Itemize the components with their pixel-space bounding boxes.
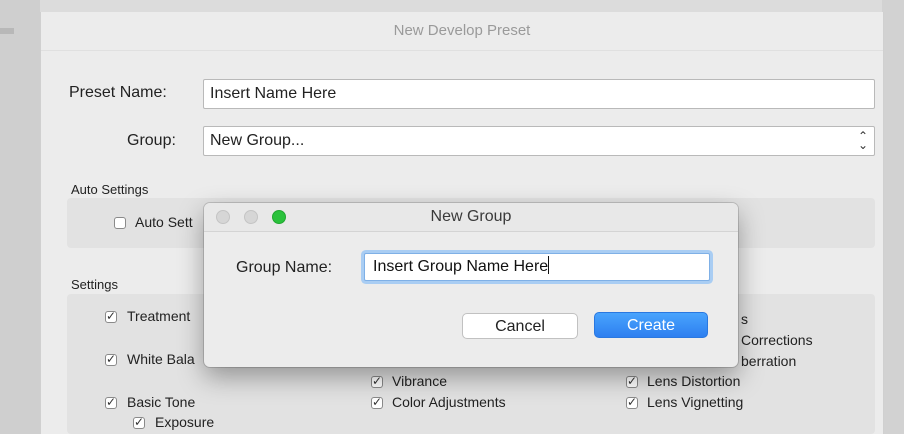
vibrance-label: Vibrance — [392, 373, 448, 389]
background-window-right — [882, 0, 904, 434]
basic-tone-checkbox[interactable] — [105, 395, 117, 409]
exposure-checkbox[interactable] — [133, 415, 145, 429]
new-group-dialog: New Group Group Name: Insert Group Name … — [204, 203, 738, 367]
group-select-value: New Group... — [210, 132, 305, 149]
lens-distortion-checkbox[interactable] — [626, 374, 638, 388]
treatment-label: Treatment — [127, 308, 191, 324]
group-name-label: Group Name: — [236, 259, 333, 276]
partial-label-1: s — [741, 311, 748, 327]
vibrance-checkbox[interactable] — [371, 374, 383, 388]
color-adjustments-checkbox[interactable] — [371, 395, 383, 409]
partial-label-3: berration — [741, 353, 797, 369]
treatment-checkbox[interactable] — [105, 309, 117, 323]
preset-name-input[interactable]: Insert Name Here — [203, 79, 875, 109]
auto-settings-checkbox[interactable] — [114, 217, 126, 229]
group-label: Group: — [127, 132, 176, 149]
basic-tone-label: Basic Tone — [127, 394, 196, 410]
preset-name-label: Preset Name: — [69, 84, 167, 101]
color-adjustments-label: Color Adjustments — [392, 394, 506, 410]
group-select[interactable]: New Group... ⌃ ⌄ — [203, 126, 875, 156]
select-arrows-icon: ⌃ ⌄ — [857, 129, 868, 152]
lens-vignetting-label: Lens Vignetting — [647, 394, 744, 410]
background-window-strip — [0, 28, 14, 34]
auto-settings-section-label: Auto Settings — [71, 182, 149, 197]
dialog-titlebar: New Group — [204, 203, 738, 232]
exposure-label: Exposure — [155, 414, 215, 430]
create-button[interactable]: Create — [594, 312, 708, 338]
text-caret — [548, 256, 550, 274]
lens-vignetting-checkbox[interactable] — [626, 395, 638, 409]
white-balance-checkbox[interactable] — [105, 352, 117, 366]
partial-label-2: Corrections — [741, 332, 813, 348]
dialog-title: New Group — [430, 208, 512, 225]
lens-distortion-label: Lens Distortion — [647, 373, 741, 389]
group-name-input[interactable]: Insert Group Name Here — [364, 253, 710, 281]
white-balance-label: White Bala — [127, 351, 195, 367]
group-name-value: Insert Group Name Here — [373, 258, 549, 275]
cancel-button[interactable]: Cancel — [462, 313, 578, 339]
auto-settings-checkbox-label: Auto Sett — [135, 214, 193, 230]
window-title: New Develop Preset — [41, 12, 883, 51]
background-window-left — [0, 0, 40, 434]
preset-name-value: Insert Name Here — [210, 85, 337, 102]
settings-section-label: Settings — [71, 277, 118, 292]
